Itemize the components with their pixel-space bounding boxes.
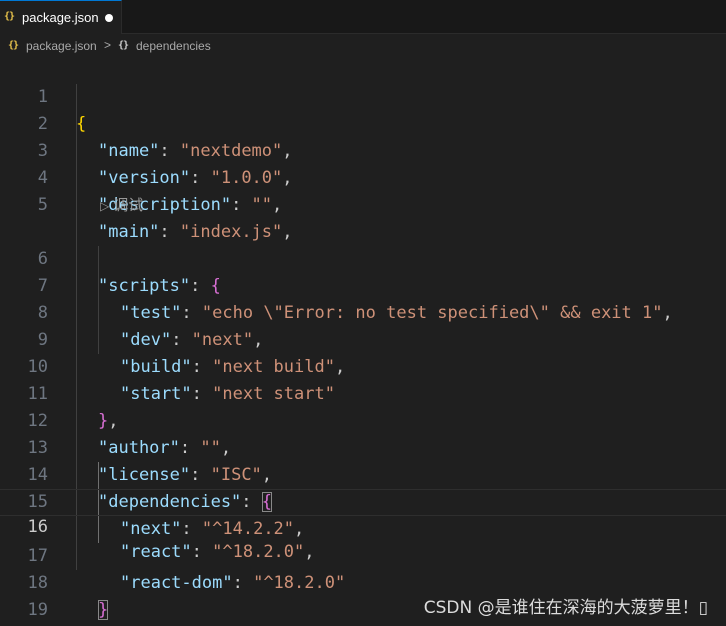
code-line: 15 "next": "^14.2.2", (0, 462, 726, 539)
debug-codelens[interactable]: ▷ 调试 (100, 192, 143, 219)
play-icon: ▷ (100, 199, 110, 213)
json-value: "" (251, 195, 273, 215)
json-file-icon: {} (8, 40, 19, 51)
code-line: 3 "version": "1.0.0", (0, 111, 726, 188)
code-line: 6 "scripts": { (0, 219, 726, 296)
code-editor[interactable]: 1 { 2 "name": "nextdemo", 3 "version": "… (0, 57, 726, 626)
code-line: 10 "start": "next start" (0, 327, 726, 404)
tab-bar: {} package.json (0, 0, 726, 34)
csdn-watermark: CSDN @是谁住在深海的大菠萝里！▯ (423, 598, 708, 618)
line-number: 5 (37, 195, 48, 215)
code-line: 11 }, (0, 354, 726, 431)
object-icon: {} (118, 40, 129, 51)
colon: : (231, 195, 252, 215)
code-line: 5 "main": "index.js", (0, 165, 726, 242)
unsaved-dot-icon[interactable] (105, 14, 113, 22)
tab-label: package.json (22, 10, 99, 25)
comma: , (272, 195, 283, 215)
code-line: 12 "author": "", (0, 381, 726, 458)
breadcrumb: {} package.json > {} dependencies (0, 35, 726, 57)
codelens-label: 调试 (113, 196, 144, 214)
code-line: 14 "dependencies": { (0, 435, 726, 512)
code-line-current: 16 "react": "^18.2.0", (0, 489, 726, 562)
json-file-icon: {} (4, 11, 15, 22)
code-line: 8 "dev": "next", (0, 273, 726, 350)
breadcrumb-section[interactable]: dependencies (136, 39, 211, 53)
code-line: 9 "build": "next build", (0, 300, 726, 377)
code-line: 2 "name": "nextdemo", (0, 84, 726, 161)
code-line: 18 } (0, 543, 726, 620)
breadcrumb-file[interactable]: package.json (26, 39, 97, 53)
code-line: 4 "description": "", (0, 138, 726, 215)
code-line: 1 { (0, 57, 726, 134)
code-line: 17 "react-dom": "^18.2.0" (0, 516, 726, 593)
tab-package-json[interactable]: {} package.json (0, 0, 122, 34)
chevron-right-icon: > (104, 38, 112, 52)
editor-window: {} package.json {} package.json > {} dep… (0, 0, 726, 626)
code-line: 13 "license": "ISC", (0, 408, 726, 485)
code-line: 7 "test": "echo \"Error: no test specifi… (0, 246, 726, 323)
